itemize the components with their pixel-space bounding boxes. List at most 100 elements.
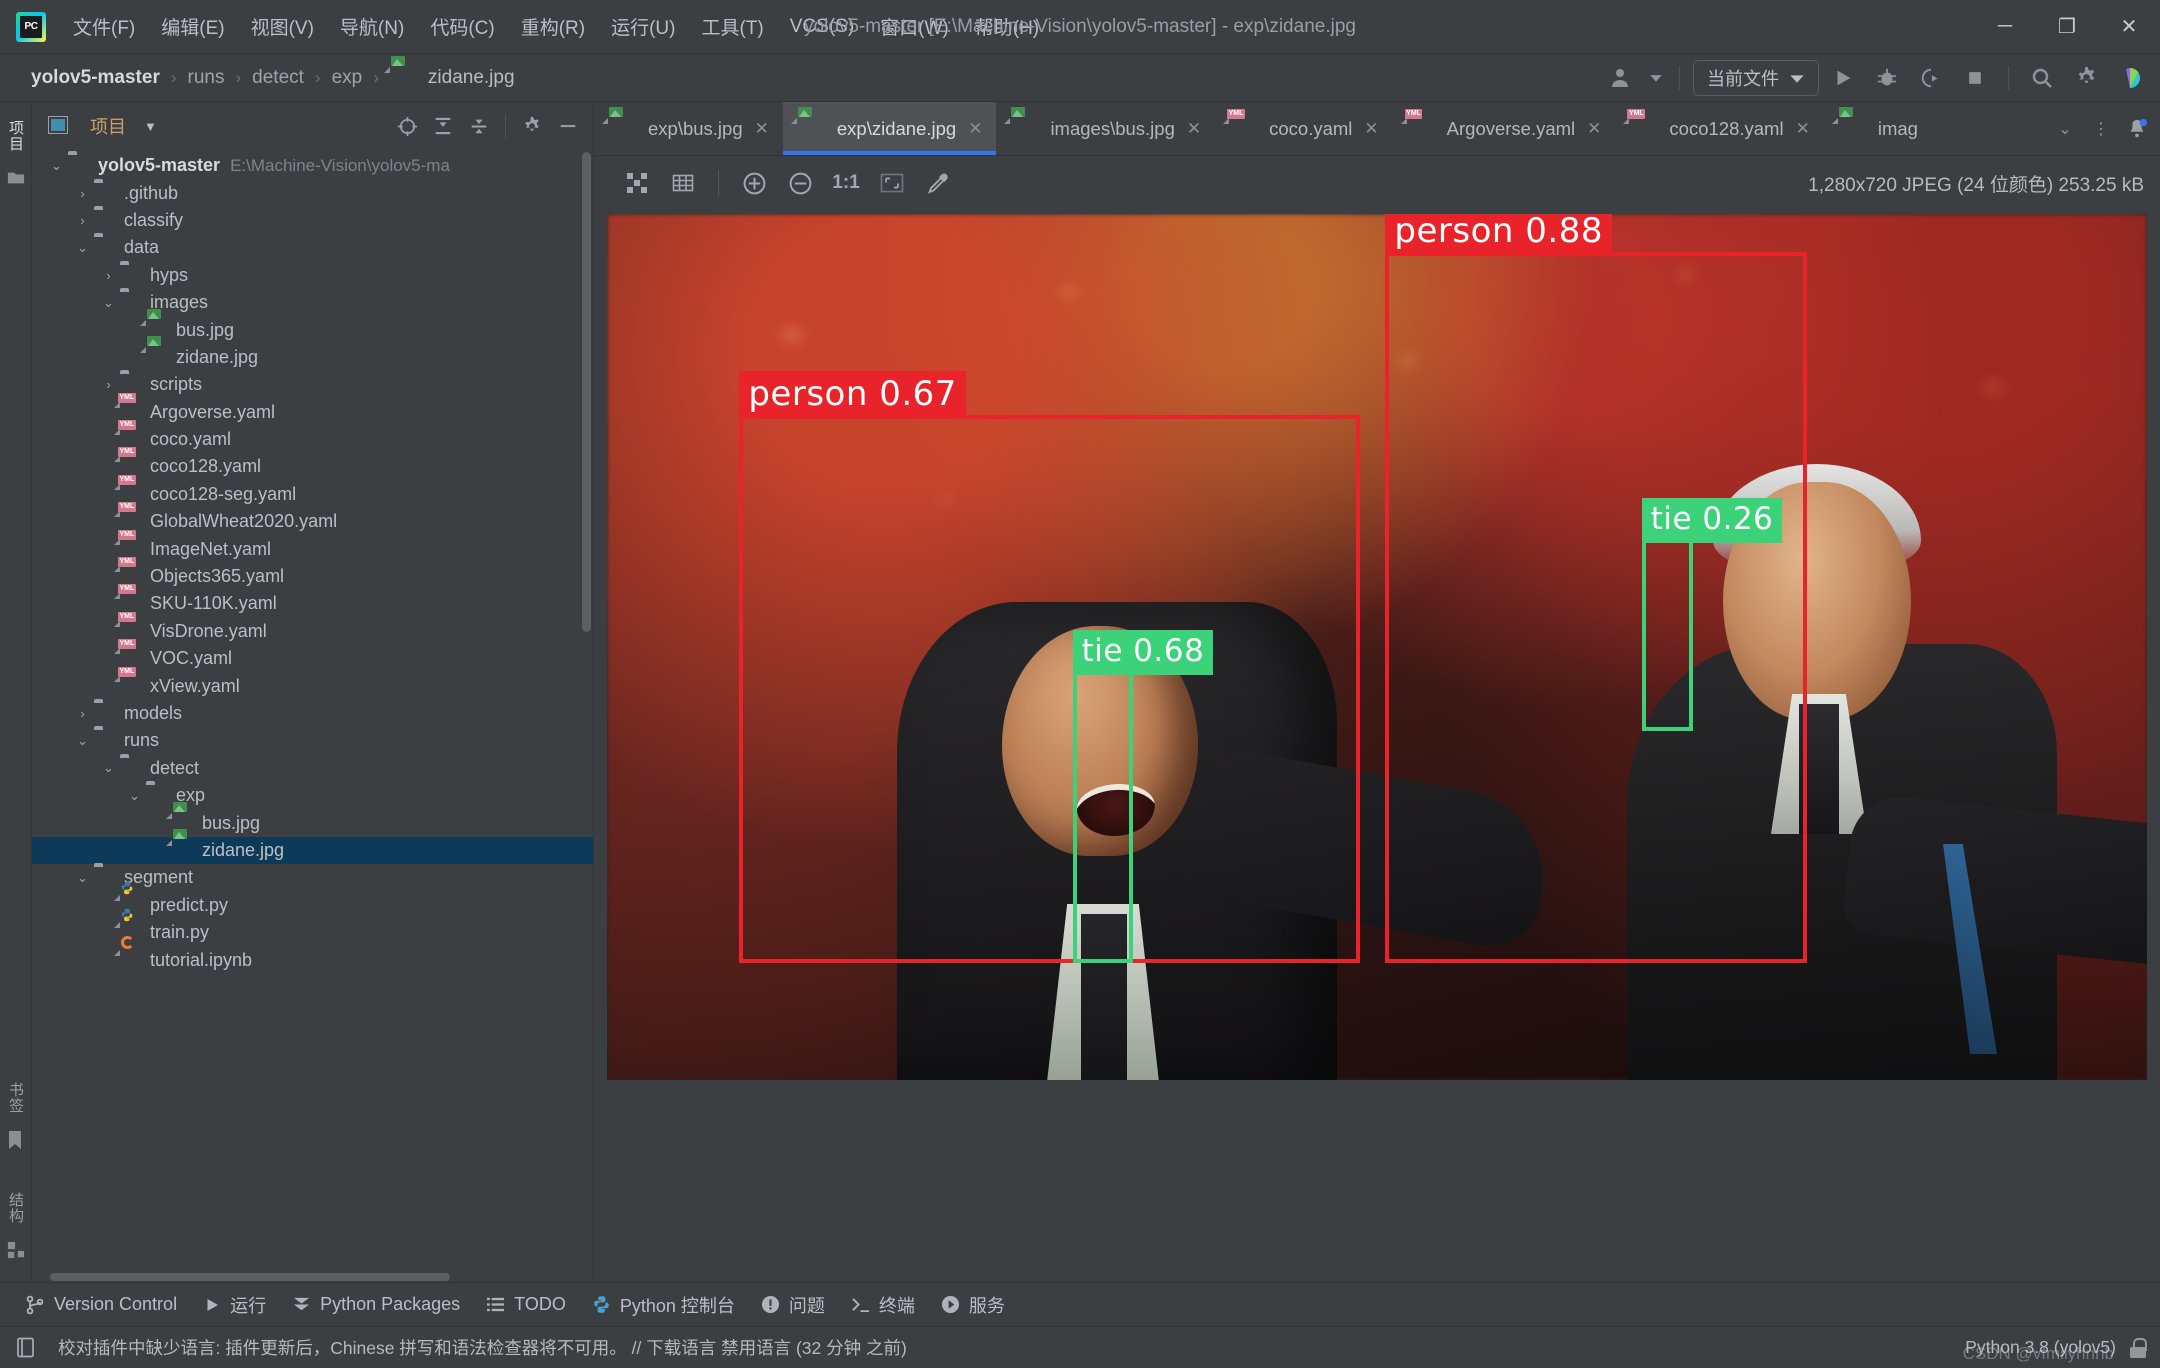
- menu-help[interactable]: 帮助(H): [962, 7, 1052, 46]
- breadcrumb-file[interactable]: zidane.jpg: [383, 56, 522, 92]
- tab-exp-bus-jpg[interactable]: exp\bus.jpg ✕: [594, 102, 783, 155]
- close-icon[interactable]: ✕: [1587, 119, 1601, 139]
- project-file-tree[interactable]: ⌄ yolov5-master E:\Machine-Vision\yolov5-m…: [32, 150, 593, 1282]
- transparency-grid-icon[interactable]: [616, 163, 658, 203]
- debug-icon[interactable]: [1867, 59, 1907, 97]
- menu-vcs[interactable]: VCS(S): [777, 10, 867, 44]
- minimize-button[interactable]: ─: [1974, 0, 2036, 54]
- tree-node-imagenet-yaml[interactable]: YML ImageNet.yaml: [32, 529, 593, 562]
- actual-size-icon[interactable]: 1:1: [825, 163, 867, 203]
- bottom-tool-python-packages[interactable]: Python Packages: [281, 1290, 471, 1319]
- close-icon[interactable]: ✕: [1187, 119, 1201, 139]
- close-icon[interactable]: ✕: [755, 119, 769, 139]
- user-avatar-icon[interactable]: [1602, 59, 1642, 97]
- bottom-tool-services[interactable]: 服务: [930, 1288, 1016, 1322]
- status-message[interactable]: 校对插件中缺少语言: 插件更新后，Chinese 拼写和语法检查器将不可用。 /…: [58, 1335, 907, 1360]
- menu-view[interactable]: 视图(V): [238, 7, 327, 46]
- bottom-tool-todo[interactable]: TODO: [475, 1290, 577, 1319]
- menu-navigate[interactable]: 导航(N): [327, 7, 417, 46]
- tree-node-visdrone-yaml[interactable]: YML VisDrone.yaml: [32, 611, 593, 645]
- notifications-bell-icon[interactable]: [2120, 109, 2154, 149]
- tab-images-clipped[interactable]: imag: [1824, 102, 1932, 155]
- rail-button-bookmarks[interactable]: 书签: [3, 1074, 28, 1122]
- tree-node-hyps[interactable]: › hyps: [32, 262, 593, 289]
- chevron-down-icon[interactable]: ⌄: [74, 239, 91, 256]
- user-dropdown-caret-icon[interactable]: [1646, 59, 1666, 97]
- tree-node-coco128-yaml[interactable]: YML coco128.yaml: [32, 447, 593, 480]
- tree-node-images-zidane-jpg[interactable]: zidane.jpg: [32, 335, 593, 371]
- maximize-button[interactable]: ❐: [2036, 0, 2098, 54]
- tab-options-menu-icon[interactable]: ⋮: [2084, 109, 2118, 149]
- search-icon[interactable]: [2022, 59, 2062, 97]
- chevron-right-icon[interactable]: ›: [74, 185, 91, 202]
- tree-node-tutorial-ipynb[interactable]: tutorial.ipynb: [32, 935, 593, 973]
- zoom-out-icon[interactable]: [779, 163, 821, 203]
- chevron-down-icon[interactable]: ⌄: [74, 869, 91, 886]
- rail-button-structure[interactable]: 结构: [3, 1184, 28, 1232]
- chevron-right-icon[interactable]: ›: [100, 267, 117, 284]
- tree-node-exp-zidane-jpg[interactable]: zidane.jpg: [32, 828, 593, 865]
- menu-file[interactable]: 文件(F): [60, 7, 148, 46]
- breadcrumb-detect[interactable]: detect: [245, 64, 311, 92]
- tree-node-coco-yaml[interactable]: YML coco.yaml: [32, 420, 593, 453]
- chevron-down-icon[interactable]: ⌄: [74, 732, 91, 749]
- tab-overflow-icon[interactable]: ⌄: [2048, 109, 2082, 149]
- tree-node-sku110k-yaml[interactable]: YML SKU-110K.yaml: [32, 584, 593, 617]
- chevron-right-icon[interactable]: ›: [74, 705, 91, 722]
- tree-node-images[interactable]: ⌄ images: [32, 289, 593, 316]
- color-picker-icon[interactable]: [917, 163, 959, 203]
- bottom-tool-run[interactable]: 运行: [192, 1288, 277, 1322]
- run-configuration-selector[interactable]: 当前文件: [1693, 59, 1819, 96]
- close-icon[interactable]: ✕: [1364, 119, 1378, 139]
- tree-node-scripts[interactable]: › scripts: [32, 371, 593, 398]
- tree-node-yolov5-master[interactable]: ⌄ yolov5-master E:\Machine-Vision\yolov5-m…: [32, 152, 593, 179]
- tree-node-detect[interactable]: ⌄ detect: [32, 755, 593, 782]
- tree-node-github[interactable]: › .github: [32, 179, 593, 206]
- folder-icon[interactable]: [7, 169, 25, 187]
- menu-code[interactable]: 代码(C): [417, 7, 507, 46]
- options-gear-icon[interactable]: [515, 110, 549, 142]
- breadcrumb-exp[interactable]: exp: [325, 64, 370, 92]
- lock-icon[interactable]: [2130, 1337, 2147, 1358]
- tree-vertical-scrollbar[interactable]: [582, 152, 591, 632]
- tree-node-predict-py[interactable]: predict.py: [32, 881, 593, 919]
- tree-node-images-bus-jpg[interactable]: bus.jpg: [32, 308, 593, 343]
- bookmark-icon[interactable]: [7, 1131, 25, 1149]
- menu-run[interactable]: 运行(U): [598, 7, 688, 46]
- structure-icon[interactable]: [7, 1241, 25, 1259]
- tab-images-bus-jpg[interactable]: images\bus.jpg ✕: [996, 102, 1215, 155]
- locate-file-icon[interactable]: [390, 110, 424, 142]
- pixel-grid-icon[interactable]: [662, 163, 704, 203]
- python-interpreter-label[interactable]: Python 3.8 (yolov5): [1965, 1337, 2116, 1358]
- bottom-tool-python-console[interactable]: Python 控制台: [581, 1288, 746, 1322]
- collapse-all-icon[interactable]: [462, 110, 496, 142]
- menu-window[interactable]: 窗口(W): [867, 7, 962, 46]
- tree-node-classify[interactable]: › classify: [32, 207, 593, 234]
- hide-panel-icon[interactable]: [551, 110, 585, 142]
- chevron-down-icon[interactable]: ⌄: [48, 157, 65, 174]
- tree-node-objects365-yaml[interactable]: YML Objects365.yaml: [32, 557, 593, 590]
- close-button[interactable]: ✕: [2098, 0, 2160, 54]
- tab-coco128-yaml[interactable]: YML coco128.yaml ✕: [1615, 102, 1823, 155]
- tree-node-segment[interactable]: ⌄ segment: [32, 864, 593, 891]
- bottom-tool-terminal[interactable]: 终端: [840, 1288, 926, 1322]
- tab-coco-yaml[interactable]: YML coco.yaml ✕: [1215, 102, 1393, 155]
- bottom-tool-version-control[interactable]: Version Control: [14, 1290, 188, 1319]
- close-icon[interactable]: ✕: [1796, 119, 1810, 139]
- menu-tools[interactable]: 工具(T): [688, 7, 776, 46]
- tree-node-models[interactable]: › models: [32, 700, 593, 727]
- expand-all-icon[interactable]: [426, 110, 460, 142]
- chevron-down-icon[interactable]: ⌄: [100, 760, 117, 777]
- settings-gear-icon[interactable]: [2066, 59, 2106, 97]
- tree-node-runs[interactable]: ⌄ runs: [32, 727, 593, 754]
- tree-node-exp-bus-jpg[interactable]: bus.jpg: [32, 801, 593, 836]
- run-with-coverage-icon[interactable]: [1911, 59, 1951, 97]
- tab-argoverse-yaml[interactable]: YML Argoverse.yaml ✕: [1393, 102, 1616, 155]
- stop-icon[interactable]: [1955, 59, 1995, 97]
- tree-node-exp[interactable]: ⌄ exp: [32, 782, 593, 809]
- ide-assistant-icon[interactable]: [2110, 59, 2150, 97]
- breadcrumb-runs[interactable]: runs: [181, 64, 232, 92]
- tree-node-train-py[interactable]: train.py: [32, 909, 593, 946]
- chevron-right-icon[interactable]: ›: [100, 376, 117, 393]
- tree-node-voc-yaml[interactable]: YML VOC.yaml: [32, 639, 593, 672]
